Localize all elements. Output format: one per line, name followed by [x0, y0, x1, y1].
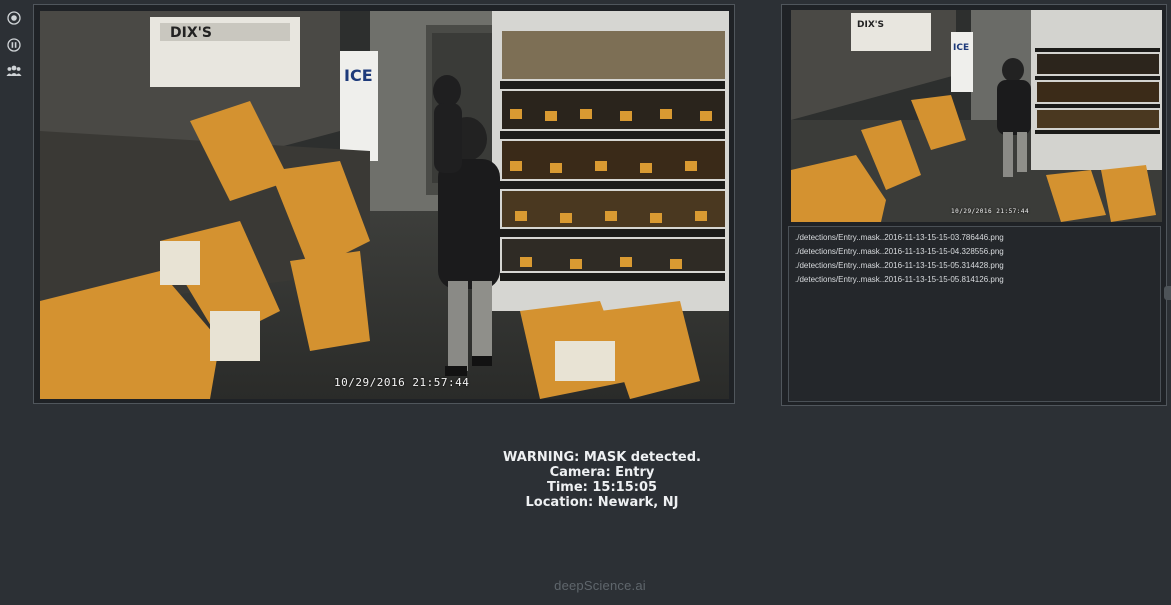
secondary-camera-feed[interactable]: DIX'S ICE 10/29/2016 21:57:44	[791, 10, 1162, 222]
pause-icon[interactable]	[6, 37, 22, 53]
detection-snapshot-image: DIX'S ICE	[791, 10, 1162, 222]
side-panel-handle[interactable]	[1164, 286, 1171, 300]
record-icon[interactable]	[6, 10, 22, 26]
alert-camera: Camera: Entry	[549, 465, 655, 480]
store-sign-text: DIX'S	[170, 25, 212, 41]
main-camera-feed[interactable]: DIX'S ICE 10/29/2016 21:57:44	[40, 11, 729, 399]
ice-sign-text-small: ICE	[953, 43, 969, 53]
main-camera-panel: DIX'S ICE 10/29/2016 21:57:44	[33, 4, 735, 404]
ice-sign-text: ICE	[344, 66, 373, 85]
snapshot-timestamp: 10/29/2016 21:57:44	[951, 208, 1030, 215]
alert-message: WARNING: MASK detected. Camera: Entry Ti…	[470, 450, 734, 510]
detections-log[interactable]: ./detections/Entry..mask..2016-11-13-15-…	[788, 226, 1161, 402]
brand-logo-text: deepScience.ai	[554, 578, 646, 593]
icon-toolbar	[0, 0, 28, 90]
alert-location: Location: Newark, NJ	[525, 495, 679, 510]
detection-file-item[interactable]: ./detections/Entry..mask..2016-11-13-15-…	[795, 245, 1154, 259]
store-scene-image: DIX'S ICE	[40, 11, 729, 399]
camera-timestamp: 10/29/2016 21:57:44	[334, 376, 470, 389]
detection-panel: DIX'S ICE 10/29/2016 21:57:44 ./detectio…	[781, 4, 1167, 406]
alert-time: Time: 15:15:05	[546, 480, 658, 495]
store-sign-text-small: DIX'S	[857, 20, 884, 30]
users-icon[interactable]	[6, 63, 22, 79]
detection-file-item[interactable]: ./detections/Entry..mask..2016-11-13-15-…	[795, 231, 1154, 245]
detection-file-item[interactable]: ./detections/Entry..mask..2016-11-13-15-…	[795, 273, 1154, 287]
detection-file-item[interactable]: ./detections/Entry..mask..2016-11-13-15-…	[795, 259, 1154, 273]
alert-warning: WARNING: MASK detected.	[503, 450, 701, 465]
